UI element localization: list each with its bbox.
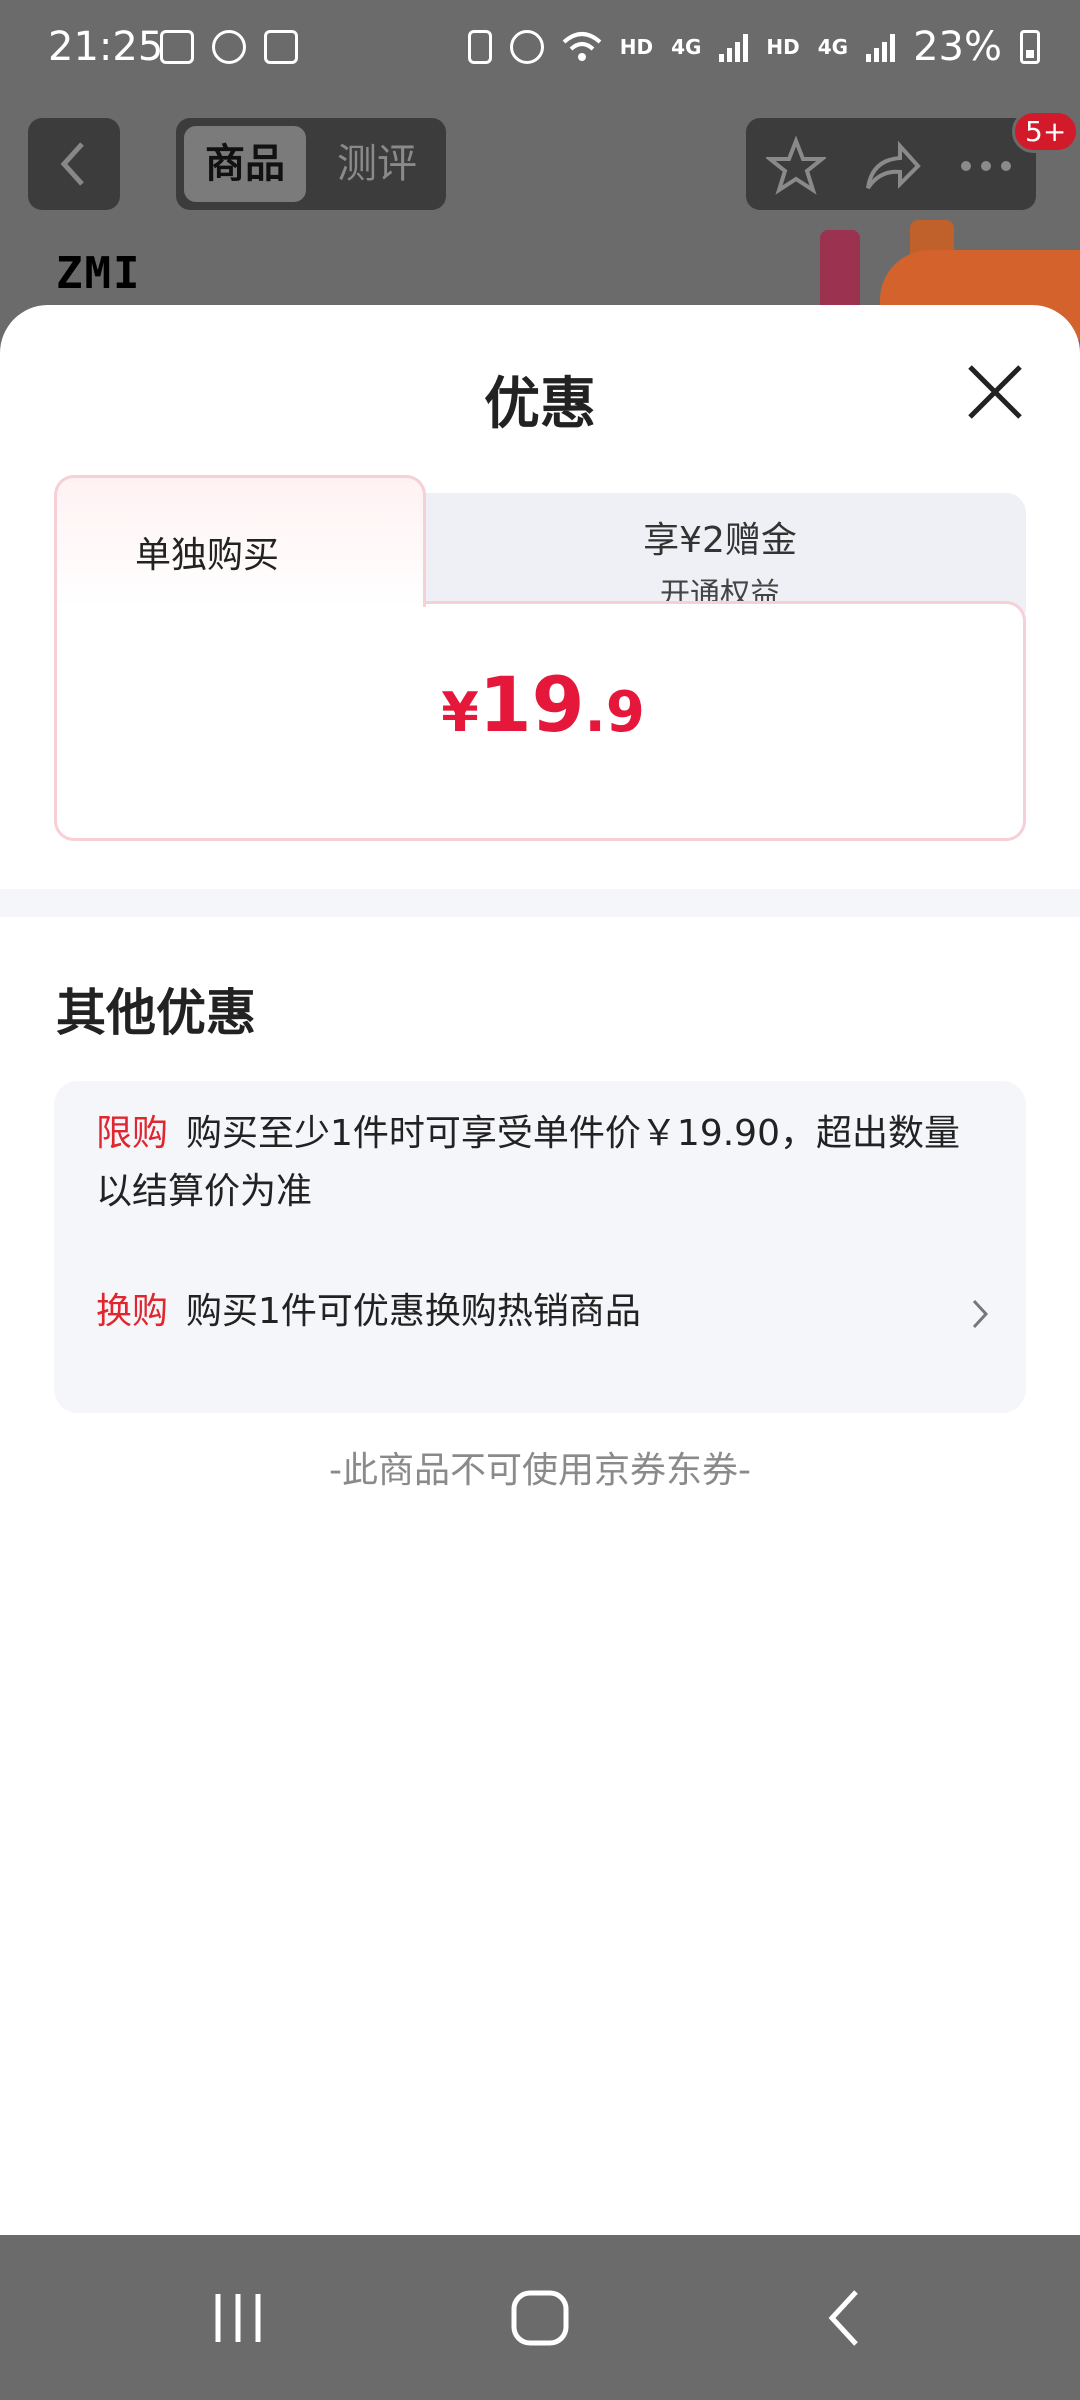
network-type-2: 4G (817, 35, 849, 59)
notification-icons (160, 30, 298, 64)
offer-exchange[interactable]: 换购 购买1件可优惠换购热销商品 (96, 1283, 989, 1341)
offer-limited: 限购 购买至少1件时可享受单件价￥19.90，超出数量以结算价为准 (96, 1105, 984, 1221)
recent-apps-icon[interactable] (198, 2288, 278, 2348)
alarm-icon (509, 30, 544, 64)
network-type-1: 4G (671, 35, 702, 59)
star-icon[interactable] (766, 136, 826, 196)
chevron-left-icon (60, 142, 84, 186)
back-nav-icon[interactable] (806, 2288, 886, 2348)
battery-icon (1020, 30, 1040, 64)
app-notification-icon (212, 30, 246, 64)
tab-product[interactable]: 商品 (184, 126, 306, 202)
page-header: 商品 测评 5+ (0, 110, 1080, 220)
offer-tag-limited: 限购 (96, 1113, 169, 1154)
offer-text-exchange: 购买1件可优惠换购热销商品 (186, 1291, 641, 1332)
offer-text-limited: 购买至少1件时可享受单件价￥19.90，超出数量以结算价为准 (96, 1113, 960, 1212)
sheet-title: 优惠 (484, 372, 596, 437)
status-time: 21:25 (48, 24, 164, 70)
offers-list: 限购 购买至少1件时可享受单件价￥19.90，超出数量以结算价为准 换购 购买1件可… (54, 1081, 1026, 1413)
share-icon[interactable] (862, 136, 922, 196)
header-tools (746, 118, 1036, 210)
status-bar: 21:25 HD 4G HD 4G 23% (0, 0, 1080, 100)
signal-icon-1 (719, 32, 749, 62)
data-saver-icon (467, 30, 492, 64)
back-button[interactable] (28, 118, 120, 210)
image-icon (160, 30, 194, 64)
segment-control: 商品 测评 (176, 118, 446, 210)
price-panel: ¥19.9 (54, 601, 1026, 841)
price-currency: ¥ (441, 681, 479, 744)
tab-single-purchase[interactable]: 单独购买 (54, 475, 426, 607)
clock-app-icon (264, 30, 298, 64)
hd-label-2: HD (766, 35, 800, 59)
home-icon[interactable] (500, 2288, 580, 2348)
more-icon[interactable] (956, 136, 1016, 196)
wifi-icon (562, 32, 602, 61)
tab-review[interactable]: 测评 (316, 126, 438, 202)
message-badge: 5+ (1012, 110, 1080, 153)
tab-member-bonus[interactable]: 享¥2赠金 开通权益 (414, 493, 1026, 613)
price-display: ¥19.9 (57, 660, 1029, 749)
hd-label-1: HD (619, 35, 654, 59)
chevron-right-icon (972, 1299, 989, 1329)
close-icon[interactable] (960, 357, 1030, 427)
battery-percent: 23% (913, 24, 1002, 70)
tab-single-purchase-label: 单独购买 (134, 535, 279, 576)
section-divider (0, 889, 1080, 917)
tab-member-bonus-label: 享¥2赠金 (643, 520, 797, 561)
status-right: HD 4G HD 4G 23% (467, 24, 1040, 70)
system-nav-bar (0, 2236, 1080, 2400)
signal-icon-2 (866, 32, 896, 62)
purchase-options-card: 享¥2赠金 开通权益 ¥19.9 单独购买 (54, 475, 1026, 841)
discount-sheet: 优惠 享¥2赠金 开通权益 ¥19.9 单独购买 其他优惠 限购 购买至少1件时可… (0, 305, 1080, 2235)
coupon-note: -此商品不可使用京券东券- (329, 1450, 751, 1491)
price-integer: 19 (478, 660, 585, 749)
offer-tag-exchange: 换购 (96, 1291, 169, 1332)
other-offers-title: 其他优惠 (56, 984, 256, 1042)
price-decimal: .9 (584, 680, 645, 745)
brand-logo: ZMI (56, 248, 142, 299)
